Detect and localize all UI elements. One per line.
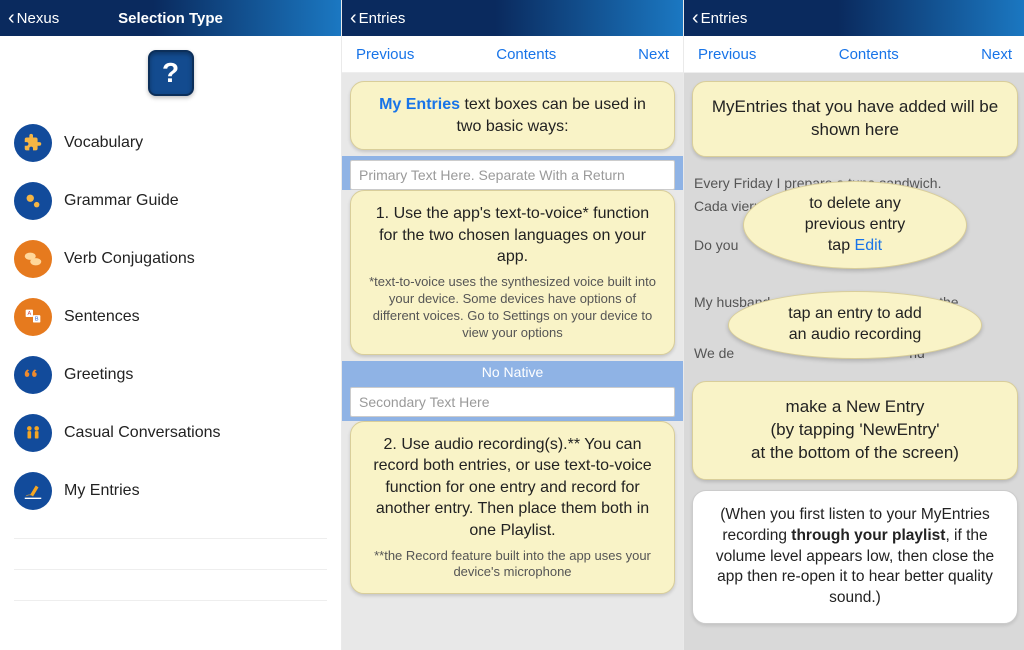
edit-link-text: Edit (855, 237, 883, 254)
prev-link[interactable]: Previous (356, 46, 414, 63)
card-audio-recording: 2. Use audio recording(s).** You can rec… (350, 421, 675, 595)
phone-3-myentries-list: ‹ Entries Previous Contents Next MyEntri… (684, 0, 1024, 650)
menu-item-myentries[interactable]: My Entries (14, 462, 327, 520)
card2-footnote: **the Record feature built into the app … (367, 548, 658, 582)
navbar: ‹ Entries (342, 0, 683, 36)
next-link[interactable]: Next (638, 46, 669, 63)
pager-bar: Previous Contents Next (684, 36, 1024, 73)
no-native-header: No Native (342, 361, 683, 383)
back-button[interactable]: ‹ Entries (684, 8, 755, 28)
contents-link[interactable]: Contents (496, 46, 556, 63)
menu-item-verbs[interactable]: Verb Conjugations (14, 230, 327, 288)
menu-item-conversations[interactable]: Casual Conversations (14, 404, 327, 462)
back-button[interactable]: ‹ Entries (342, 8, 413, 28)
secondary-text-input[interactable]: Secondary Text Here (350, 387, 675, 417)
svg-text:B: B (35, 317, 39, 323)
empty-list-row (14, 600, 327, 631)
menu-label: Sentences (64, 308, 140, 326)
card1-main: 1. Use the app's text-to-voice* function… (376, 205, 649, 265)
next-link[interactable]: Next (981, 46, 1012, 63)
puzzle-icon (14, 124, 52, 162)
card-text-to-voice: 1. Use the app's text-to-voice* function… (350, 190, 675, 354)
card1-footnote: *text-to-voice uses the synthesized voic… (367, 274, 658, 342)
back-label: Entries (701, 10, 748, 27)
menu-item-grammar[interactable]: Grammar Guide (14, 172, 327, 230)
empty-list-row (14, 569, 327, 600)
navbar: ‹ Entries (684, 0, 1024, 36)
menu-item-sentences[interactable]: AB Sentences (14, 288, 327, 346)
chevron-left-icon: ‹ (8, 8, 15, 28)
quotes-icon (14, 356, 52, 394)
contents-link[interactable]: Contents (839, 46, 899, 63)
intro-text: text boxes can be used in two basic ways… (456, 96, 645, 135)
primary-text-input[interactable]: Primary Text Here. Separate With a Retur… (350, 160, 675, 190)
menu-label: Greetings (64, 366, 133, 384)
navbar: ‹ Nexus Selection Type (0, 0, 341, 36)
menu-item-vocabulary[interactable]: Vocabulary (14, 114, 327, 172)
tip-line-prefix: tap (828, 237, 855, 254)
menu-label: Casual Conversations (64, 424, 221, 442)
gears-icon (14, 182, 52, 220)
people-icon (14, 414, 52, 452)
menu-label: Verb Conjugations (64, 250, 195, 268)
selection-list: Vocabulary Grammar Guide Verb Conjugatio… (0, 114, 341, 520)
menu-label: My Entries (64, 482, 140, 500)
empty-list-row (14, 538, 327, 569)
menu-label: Vocabulary (64, 134, 143, 152)
menu-item-greetings[interactable]: Greetings (14, 346, 327, 404)
tip-line: previous entry (770, 215, 940, 236)
tip-delete-entry: to delete any previous entry tap Edit (743, 181, 967, 269)
volume-note-card: (When you first listen to your MyEntries… (692, 490, 1018, 625)
intro-card: MyEntries that you have added will be sh… (692, 81, 1018, 157)
menu-label: Grammar Guide (64, 192, 179, 210)
tip-add-recording: tap an entry to add an audio recording (728, 291, 982, 359)
tip-line: tap an entry to add (755, 304, 955, 325)
intro-card: My Entries text boxes can be used in two… (350, 81, 675, 150)
back-label: Entries (359, 10, 406, 27)
question-icon: ? (162, 57, 179, 89)
tip-line: to delete any (770, 194, 940, 215)
prev-link[interactable]: Previous (698, 46, 756, 63)
chat-bubbles-icon (14, 240, 52, 278)
back-button[interactable]: ‹ Nexus (0, 8, 67, 28)
chevron-left-icon: ‹ (350, 8, 357, 28)
pager-bar: Previous Contents Next (342, 36, 683, 73)
note-bold: through your playlist (791, 527, 945, 544)
tip-make-new-entry: make a New Entry (by tapping 'NewEntry' … (692, 381, 1018, 480)
chevron-left-icon: ‹ (692, 8, 699, 28)
back-label: Nexus (17, 10, 60, 27)
help-button[interactable]: ? (148, 50, 194, 96)
svg-text:A: A (27, 311, 31, 317)
tip-line: an audio recording (755, 325, 955, 346)
phone-2-myentries-help: ‹ Entries Previous Contents Next My Entr… (342, 0, 684, 650)
pencil-hand-icon (14, 472, 52, 510)
intro-highlight: My Entries (379, 96, 460, 113)
abc-blocks-icon: AB (14, 298, 52, 336)
phone-1-selection-type: ‹ Nexus Selection Type ? Vocabulary (0, 0, 342, 650)
card2-main: 2. Use audio recording(s).** You can rec… (373, 436, 651, 539)
